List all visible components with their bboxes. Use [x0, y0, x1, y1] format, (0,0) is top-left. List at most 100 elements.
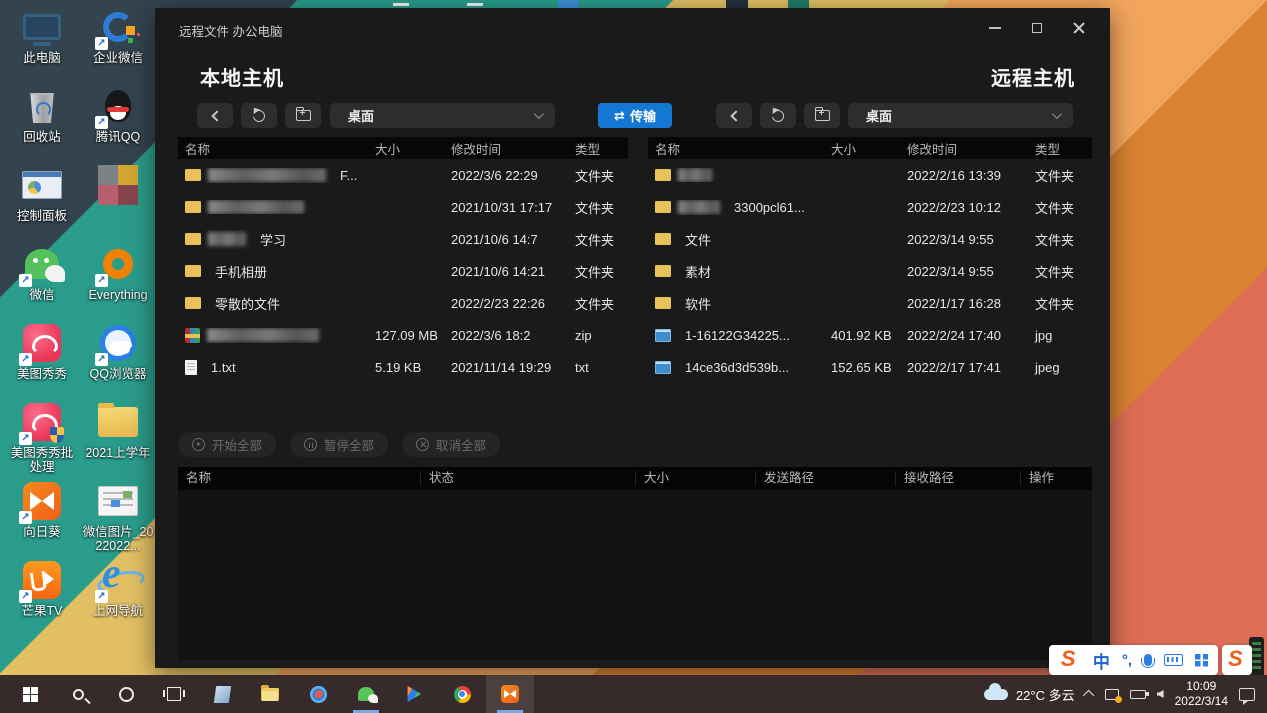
desktop-icon-label: 芒果TV	[22, 604, 63, 618]
desktop-icon-wximg[interactable]: 微信图片_2022022...	[80, 480, 156, 559]
file-row-img[interactable]: 14ce36d3d539b... 152.65 KB 2022/2/17 17:…	[648, 351, 1092, 383]
taskbar-icon-wechat[interactable]	[342, 675, 390, 713]
file-modified: 2022/3/6 18:2	[444, 328, 568, 343]
queue-action-button-play[interactable]: 开始全部	[178, 432, 276, 457]
file-row-folder[interactable]: 手机相册 2021/10/6 14:21 文件夹	[178, 255, 628, 287]
file-row-folder[interactable]: F... 2022/3/6 22:29 文件夹	[178, 159, 628, 191]
file-type-icon	[185, 233, 201, 245]
clock-time: 10:09	[1175, 679, 1228, 694]
desktop-icon-mosaic[interactable]	[80, 164, 156, 243]
sogou-logo-icon[interactable]	[1059, 648, 1081, 672]
microphone-icon[interactable]	[1144, 654, 1152, 666]
cloud-icon	[984, 689, 1008, 700]
taskbar-icon-chrome[interactable]	[438, 675, 486, 713]
queue-action-button-pause[interactable]: 暂停全部	[290, 432, 388, 457]
weather-widget[interactable]: 22°C 多云	[984, 685, 1075, 704]
desktop-icon-sunflower[interactable]: 向日葵	[4, 480, 80, 559]
minimize-button[interactable]	[974, 8, 1016, 48]
file-row-folder[interactable]: 软件 2022/1/17 16:28 文件夹	[648, 287, 1092, 319]
remote-path-dropdown[interactable]: 桌面	[848, 103, 1073, 128]
local-refresh-button[interactable]	[241, 103, 277, 128]
file-row-folder[interactable]: 文件 2022/3/14 9:55 文件夹	[648, 223, 1092, 255]
queue-button-label: 取消全部	[436, 435, 486, 454]
queue-button-icon	[192, 438, 205, 451]
local-back-button[interactable]	[197, 103, 233, 128]
queue-column-recv-path: 接收路径	[896, 471, 1021, 486]
file-modified: 2021/10/6 14:7	[444, 232, 568, 247]
file-type-icon	[185, 201, 201, 213]
desktop-icon-cpanel[interactable]: 控制面板	[4, 164, 80, 243]
taskbar-icon-search[interactable]	[54, 675, 102, 713]
shortcut-arrow-icon	[19, 590, 32, 603]
back-icon	[730, 110, 741, 121]
sogou-logo-icon[interactable]	[1226, 648, 1248, 672]
file-type: 文件夹	[568, 294, 628, 313]
desktop-icon-bin[interactable]: 回收站	[4, 85, 80, 164]
desktop-icon-qq[interactable]: 腾讯QQ	[80, 85, 156, 164]
maximize-button[interactable]	[1016, 8, 1058, 48]
desktop-icon-meitu[interactable]: 美图秀秀	[4, 322, 80, 401]
file-row-folder[interactable]: 素材 2022/3/14 9:55 文件夹	[648, 255, 1092, 287]
taskbar-icon-potplayer[interactable]	[294, 675, 342, 713]
app-icon	[105, 90, 131, 122]
chevron-down-icon	[1052, 109, 1062, 119]
taskbar-icon-glass-app[interactable]	[198, 675, 246, 713]
desktop-icon-folder-big[interactable]: 2021上学年	[80, 401, 156, 480]
keyboard-icon[interactable]	[1164, 654, 1183, 666]
desktop-icon-everything[interactable]: Everything	[80, 243, 156, 322]
file-type: 文件夹	[568, 166, 628, 185]
desktop-icon-mango[interactable]: 芒果TV	[4, 559, 80, 638]
file-size: 127.09 MB	[368, 328, 444, 343]
taskbar-icon-taskview[interactable]	[150, 675, 198, 713]
file-row-img[interactable]: 1-16122G34225... 401.92 KB 2022/2/24 17:…	[648, 319, 1092, 351]
taskbar-icon-start[interactable]	[6, 675, 54, 713]
remote-new-folder-button[interactable]	[804, 103, 840, 128]
shortcut-arrow-icon	[95, 590, 108, 603]
tray-monitor-icon[interactable]	[1105, 689, 1119, 700]
file-type-icon	[655, 265, 671, 277]
file-row-folder[interactable]: 学习 2021/10/6 14:7 文件夹	[178, 223, 628, 255]
hidden-icons-chevron[interactable]	[1083, 690, 1094, 701]
taskbar-icon-tencent-video[interactable]	[390, 675, 438, 713]
desktop-icon-meitupi[interactable]: 美图秀秀批处理	[4, 401, 80, 480]
file-row-txt[interactable]: 1.txt 5.19 KB 2021/11/14 19:29 txt	[178, 351, 628, 383]
toolbox-grid-icon[interactable]	[1195, 654, 1208, 667]
volume-icon[interactable]	[1157, 690, 1164, 698]
file-type: 文件夹	[568, 230, 628, 249]
clock[interactable]: 10:09 2022/3/14	[1175, 679, 1228, 709]
local-host-heading: 本地主机	[200, 62, 284, 91]
desktop-icon-wecom[interactable]: 企业微信	[80, 6, 156, 85]
ime-punctuation-toggle[interactable]: °,	[1122, 652, 1132, 669]
desktop-icon-qqbrowser[interactable]: QQ浏览器	[80, 322, 156, 401]
file-row-folder[interactable]: 3300pcl61... 2022/2/23 10:12 文件夹	[648, 191, 1092, 223]
taskbar-icon-explorer[interactable]	[246, 675, 294, 713]
notification-center-icon[interactable]	[1239, 688, 1255, 701]
desktop-icon-ie[interactable]: 上网导航	[80, 559, 156, 638]
local-path-dropdown[interactable]: 桌面	[330, 103, 555, 128]
remote-refresh-button[interactable]	[760, 103, 796, 128]
taskbar-icon-cortana[interactable]	[102, 675, 150, 713]
battery-icon[interactable]	[1130, 690, 1146, 699]
file-row-folder[interactable]: 2022/2/16 13:39 文件夹	[648, 159, 1092, 191]
desktop-icon-pc[interactable]: 此电脑	[4, 6, 80, 85]
column-size: 大小	[824, 139, 900, 158]
desktop-icon-wechat[interactable]: 微信	[4, 243, 80, 322]
file-type: 文件夹	[1028, 230, 1092, 249]
file-row-folder[interactable]: 零散的文件 2022/2/23 22:26 文件夹	[178, 287, 628, 319]
queue-button-label: 暂停全部	[324, 435, 374, 454]
clock-date: 2022/3/14	[1175, 694, 1228, 709]
close-button[interactable]	[1058, 8, 1100, 48]
transfer-button[interactable]: 传输	[598, 103, 672, 128]
queue-action-button-cancel[interactable]: 取消全部	[402, 432, 500, 457]
desktop-icon-label: 微信	[29, 288, 54, 302]
refresh-icon	[251, 107, 268, 124]
desktop-icon-label: 向日葵	[23, 525, 61, 539]
file-row-folder[interactable]: 2021/10/31 17:17 文件夹	[178, 191, 628, 223]
taskbar-icon-sunflower[interactable]	[486, 675, 534, 713]
local-new-folder-button[interactable]	[285, 103, 321, 128]
remote-path-value: 桌面	[866, 106, 1052, 125]
ime-mode-toggle[interactable]: 中	[1093, 648, 1110, 673]
transfer-arrows-icon	[614, 107, 625, 125]
remote-back-button[interactable]	[716, 103, 752, 128]
file-row-zip[interactable]: 127.09 MB 2022/3/6 18:2 zip	[178, 319, 628, 351]
